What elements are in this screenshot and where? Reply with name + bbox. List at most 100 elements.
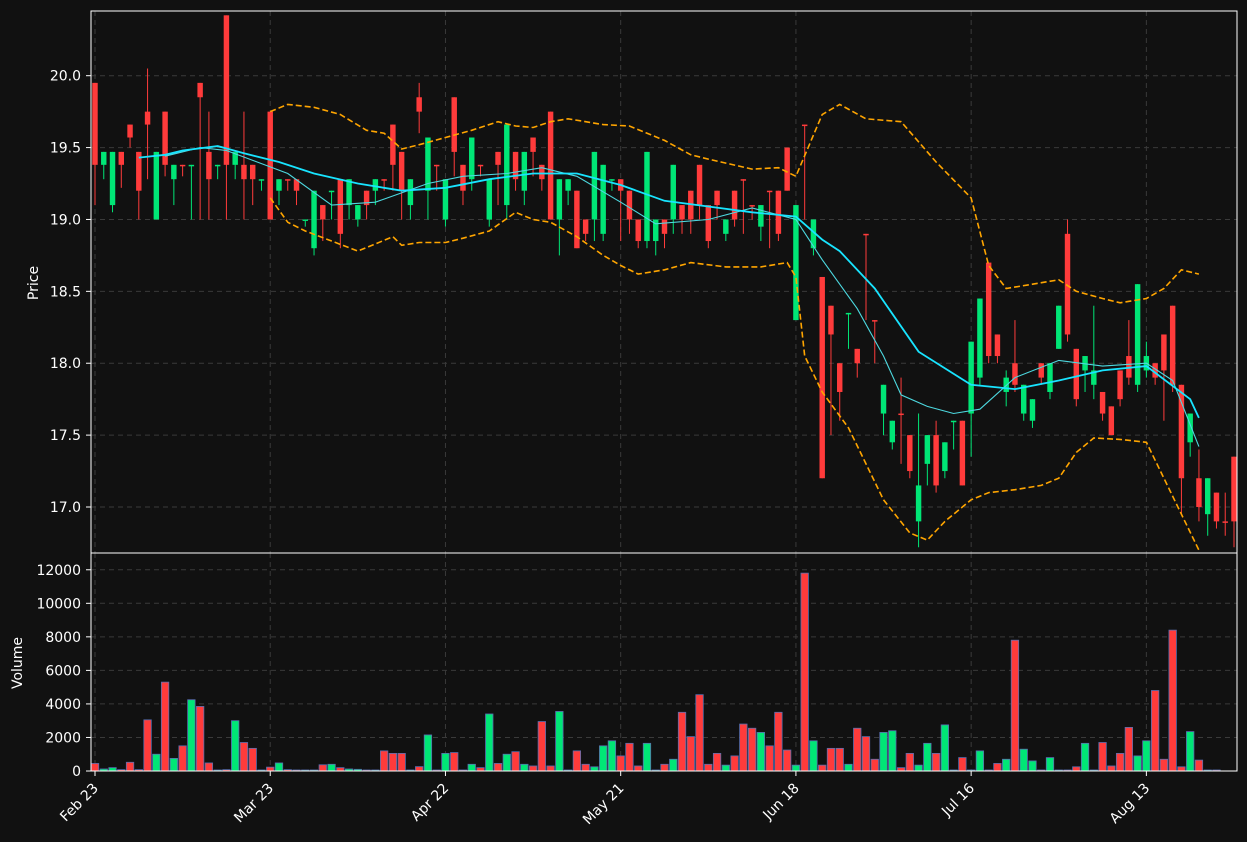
volume-bar (318, 764, 327, 772)
candle-body (819, 276, 825, 479)
volume-bar (625, 742, 634, 772)
volume-bar (634, 765, 643, 772)
volume-bar (1177, 766, 1186, 772)
candle-body (872, 320, 878, 322)
candle-body (530, 137, 536, 152)
stock-chart: 17.0 17.5 18.0 18.5 19.0 19.5 20.0 0 2000 4000 60… (10, 10, 1238, 828)
candle-body (556, 179, 563, 220)
volume-bar (380, 750, 389, 772)
x-axis: Feb 23 Mar 23 Apr 22 May 21 Jun 18 Jul 16 Aug … (57, 771, 1153, 828)
candle-body (950, 420, 957, 423)
volume-bar (231, 720, 240, 772)
volume-bar (730, 755, 739, 772)
volume-bar (756, 732, 765, 772)
candle-body (731, 190, 738, 220)
candle-body (1108, 406, 1115, 436)
candle-body (801, 124, 808, 127)
candle-body (223, 15, 230, 165)
volume-bar (1019, 748, 1028, 772)
volume-bar (485, 713, 494, 772)
candle-body (1038, 363, 1044, 378)
candle-body (302, 219, 308, 221)
candle-body (1064, 233, 1071, 335)
short-moving-average-line (164, 147, 1200, 447)
candle-body (547, 111, 554, 220)
price-tick-label: 18.0 (50, 356, 81, 372)
volume-tick-label: 4000 (45, 697, 81, 713)
volume-bar (958, 757, 967, 772)
volume-bar (125, 761, 135, 772)
volume-bar (160, 681, 170, 772)
candle-body (320, 205, 326, 220)
volume-bar (266, 766, 275, 772)
candle-body (442, 179, 449, 220)
volume-bar (704, 763, 713, 772)
volume-bar (914, 764, 923, 772)
candle-body (153, 151, 160, 220)
candle-body (985, 262, 992, 357)
candle-body (837, 363, 843, 392)
candle-body (328, 190, 335, 193)
candle-body (127, 124, 133, 138)
volume-bar (537, 721, 546, 772)
volume-bar (336, 767, 345, 772)
volume-bar (896, 767, 906, 772)
candle-body (249, 164, 256, 180)
volume-bar (108, 767, 117, 772)
volume-bar (747, 727, 757, 772)
volume-bar (1098, 742, 1107, 772)
candle-body (775, 190, 782, 234)
candle-body (1012, 363, 1018, 385)
volume-bar (861, 736, 871, 772)
volume-bar (388, 752, 398, 772)
volume-bar (178, 745, 187, 772)
x-tick-label: Feb 23 (57, 781, 102, 826)
candle-body (162, 111, 168, 165)
volume-bar (642, 742, 652, 772)
candle-body (276, 179, 282, 191)
volume-bar (493, 763, 503, 772)
candle-body (758, 205, 764, 227)
candle-body (1020, 384, 1027, 414)
price-tick-label: 19.0 (50, 212, 81, 228)
volume-tick-label: 12000 (36, 563, 81, 579)
candle-body (907, 435, 913, 472)
candle-body (854, 348, 860, 364)
volume-bar (826, 747, 836, 772)
volume-bar (1133, 755, 1142, 772)
candle-body (469, 137, 475, 180)
volume-tick-label: 2000 (45, 730, 81, 746)
x-tick-label: May 21 (580, 781, 628, 829)
candle-body (539, 164, 545, 180)
volume-tick-label: 8000 (45, 630, 81, 646)
volume-bar (423, 734, 433, 772)
volume-bar (791, 764, 801, 772)
volume-bar (1045, 757, 1055, 772)
candle-body (258, 179, 265, 181)
volume-bar (572, 750, 582, 772)
volume-bar (467, 763, 476, 772)
candle-body (863, 233, 869, 236)
volume-bar (555, 711, 564, 772)
volume-bar (835, 747, 844, 772)
candle-body (355, 205, 361, 220)
candle-body (600, 164, 606, 234)
candle-body (574, 190, 580, 249)
volume-bar (546, 765, 555, 772)
volume-bar (1124, 727, 1133, 772)
candle-body (933, 435, 939, 486)
candle-body (784, 147, 790, 191)
volume-bar (90, 763, 100, 772)
volume-bar (712, 752, 722, 772)
volume-bar (923, 742, 932, 772)
volume-bar (660, 763, 669, 772)
volume-bar (774, 711, 783, 772)
candle-body (1161, 334, 1167, 371)
volume-bar (1080, 742, 1090, 772)
volume-bar (669, 758, 678, 772)
candle-body (766, 190, 773, 193)
candle-body (942, 442, 948, 472)
candle-body (416, 97, 422, 112)
volume-tick-label: 6000 (45, 663, 81, 679)
volume-axis: 0 2000 4000 6000 8000 10000 12000 (36, 563, 91, 780)
